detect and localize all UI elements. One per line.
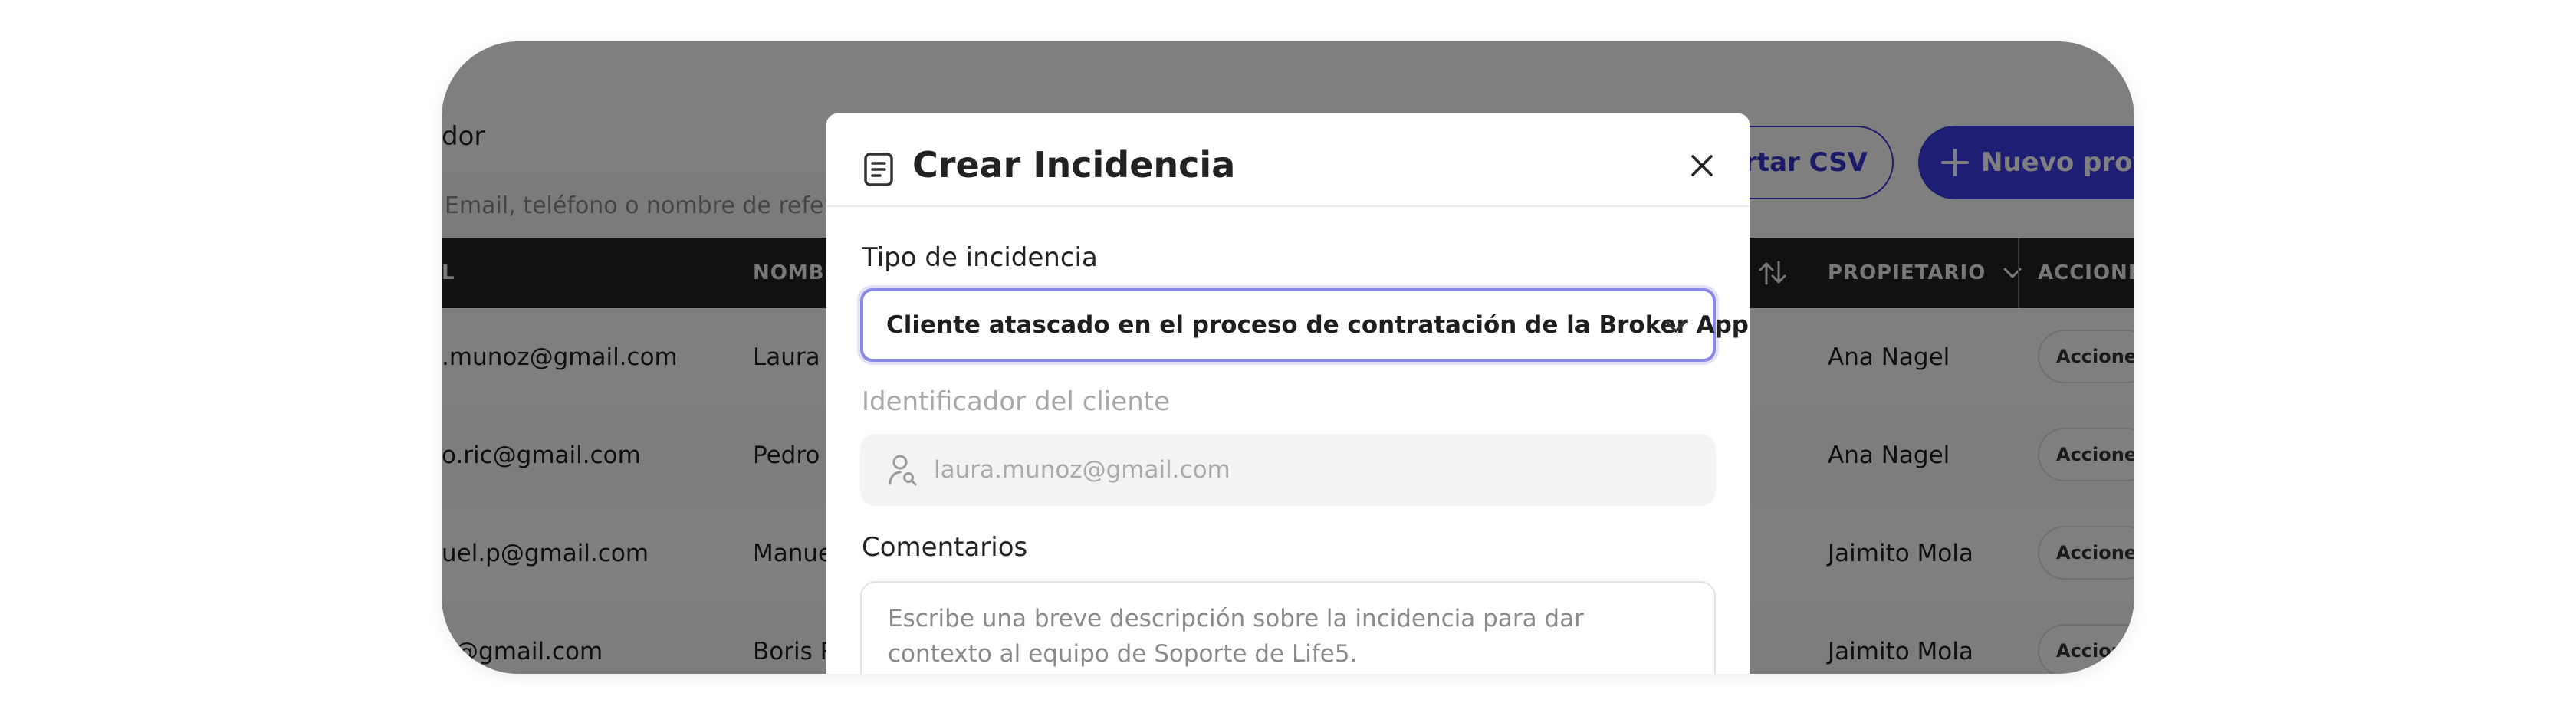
comments-textarea[interactable]: Escribe una breve descripción sobre la i…	[860, 581, 1716, 674]
app-frame: dor Email, teléfono o nombre de referenc…	[442, 41, 2134, 674]
user-search-icon	[889, 455, 917, 486]
client-id-label: Identificador del cliente	[862, 386, 1171, 417]
document-icon	[864, 153, 893, 186]
modal-title: Crear Incidencia	[912, 144, 1236, 186]
incident-type-value: Cliente atascado en el proceso de contra…	[886, 311, 1749, 339]
modal-header: Crear Incidencia	[826, 113, 1750, 207]
close-button[interactable]	[1684, 147, 1720, 184]
client-id-value: laura.munoz@gmail.com	[934, 456, 1230, 484]
incident-type-select[interactable]: Cliente atascado en el proceso de contra…	[860, 288, 1749, 362]
client-id-field[interactable]: laura.munoz@gmail.com	[860, 434, 1716, 506]
incident-type-label: Tipo de incidencia	[862, 242, 1098, 273]
comments-label: Comentarios	[862, 532, 1028, 563]
chevron-down-icon	[1666, 321, 1686, 333]
create-incident-modal: Crear Incidencia Tipo de incidencia Clie…	[826, 113, 1750, 674]
close-icon	[1691, 155, 1713, 176]
